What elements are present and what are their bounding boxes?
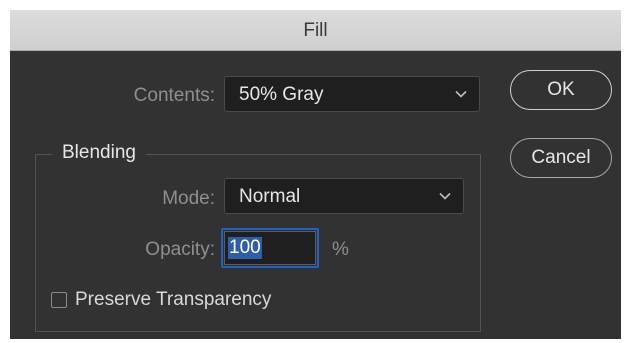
cancel-button[interactable]: Cancel	[510, 138, 612, 178]
mode-select[interactable]: Normal	[224, 178, 464, 214]
contents-label: Contents:	[133, 85, 215, 106]
contents-value: 50% Gray	[239, 84, 324, 105]
contents-select[interactable]: 50% Gray	[224, 76, 480, 112]
dialog-titlebar[interactable]: Fill	[10, 10, 621, 51]
preserve-transparency-checkbox[interactable]	[51, 292, 67, 308]
opacity-unit: %	[332, 239, 349, 260]
chevron-down-icon	[439, 192, 451, 200]
fill-dialog: Fill Contents: 50% Gray OK Cancel Blendi…	[10, 10, 621, 339]
opacity-input[interactable]: 100	[224, 231, 316, 265]
opacity-value: 100	[228, 237, 262, 259]
mode-value: Normal	[239, 186, 301, 207]
opacity-label: Opacity:	[145, 239, 215, 260]
dialog-title: Fill	[303, 20, 328, 41]
chevron-down-icon	[455, 90, 467, 98]
preserve-transparency-label[interactable]: Preserve Transparency	[75, 289, 271, 311]
blending-group-label: Blending	[52, 142, 146, 164]
ok-button[interactable]: OK	[510, 70, 612, 110]
mode-label: Mode:	[162, 188, 215, 209]
